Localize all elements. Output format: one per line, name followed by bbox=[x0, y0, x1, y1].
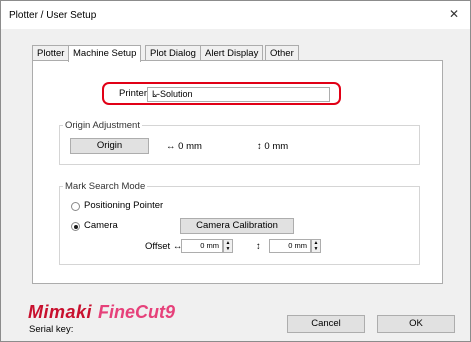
finecut-logo: FineCut9 bbox=[98, 302, 176, 322]
offset-y-field[interactable]: 0 mm bbox=[269, 239, 311, 253]
window-title: Plotter / User Setup bbox=[9, 10, 97, 21]
vertical-arrow-icon: ↕ bbox=[256, 241, 261, 252]
ok-button[interactable]: OK bbox=[377, 315, 455, 333]
serial-key-label: Serial key: bbox=[29, 324, 74, 335]
camera-calibration-button[interactable]: Camera Calibration bbox=[180, 218, 294, 234]
offset-x-stepper[interactable]: ▲ ▼ bbox=[223, 239, 233, 253]
vertical-arrow-icon: ↕ bbox=[257, 141, 262, 152]
plotter-user-setup-dialog: Plotter / User Setup ✕ Plotter Machine S… bbox=[0, 0, 471, 342]
origin-x-readout: ↔ 0 mm bbox=[166, 141, 202, 152]
chevron-down-icon: ⌄ bbox=[152, 88, 160, 98]
tab-machine-setup[interactable]: Machine Setup bbox=[68, 45, 142, 62]
radio-camera-label: Camera bbox=[84, 220, 118, 231]
offset-x-field[interactable]: 0 mm bbox=[181, 239, 223, 253]
origin-y-readout: ↕ 0 mm bbox=[257, 141, 288, 152]
origin-y-value: 0 mm bbox=[264, 141, 289, 152]
radio-positioning-pointer[interactable] bbox=[71, 202, 80, 211]
radio-positioning-pointer-label: Positioning Pointer bbox=[84, 200, 164, 211]
origin-adjustment-legend: Origin Adjustment bbox=[63, 120, 142, 131]
mimaki-logo: Mimaki bbox=[28, 302, 93, 322]
printer-select[interactable]: L-Solution ⌄ bbox=[147, 87, 330, 102]
tab-plotter[interactable]: Plotter bbox=[32, 45, 70, 61]
offset-y-stepper[interactable]: ▲ ▼ bbox=[311, 239, 321, 253]
tab-other[interactable]: Other bbox=[265, 45, 299, 61]
horizontal-arrow-icon: ↔ bbox=[166, 141, 176, 152]
tab-alert-display[interactable]: Alert Display bbox=[200, 45, 264, 61]
offset-text: Offset bbox=[145, 241, 171, 252]
close-icon[interactable]: ✕ bbox=[444, 5, 464, 23]
mark-search-mode-legend: Mark Search Mode bbox=[63, 181, 148, 192]
tab-plot-dialog[interactable]: Plot Dialog bbox=[145, 45, 201, 61]
origin-button[interactable]: Origin bbox=[70, 138, 149, 154]
radio-camera[interactable] bbox=[71, 222, 80, 231]
origin-x-value: 0 mm bbox=[178, 141, 202, 152]
title-bar: Plotter / User Setup ✕ bbox=[1, 1, 470, 29]
brand-logo: Mimaki FineCut9 bbox=[28, 302, 175, 323]
cancel-button[interactable]: Cancel bbox=[287, 315, 365, 333]
offset-label: Offset ↔ bbox=[145, 241, 182, 252]
printer-label: Printer bbox=[119, 88, 147, 99]
